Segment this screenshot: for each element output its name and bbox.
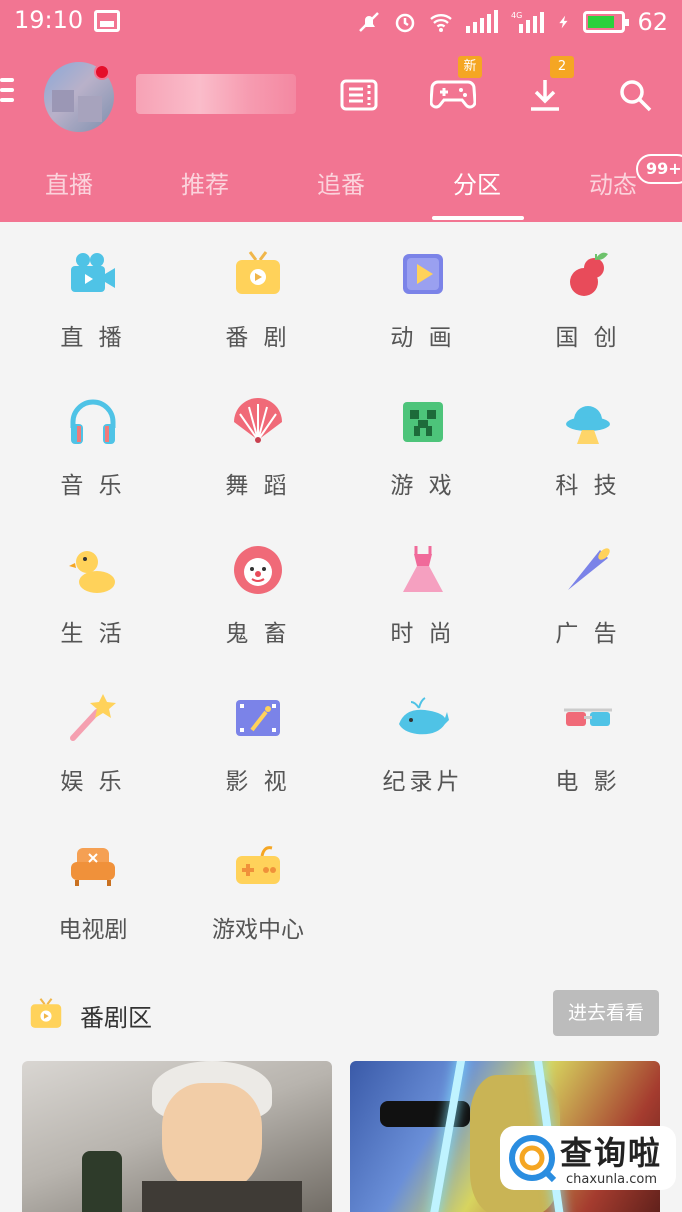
gamepad-icon — [236, 846, 280, 884]
status-bar: 19:10 4G 62 — [0, 0, 682, 44]
category-ad[interactable]: 广 告 — [513, 524, 663, 654]
film-icon — [236, 700, 280, 736]
category-label: 娱 乐 — [60, 769, 126, 795]
category-label: 科 技 — [555, 473, 621, 499]
category-documentary[interactable]: 纪录片 — [348, 672, 498, 802]
category-live[interactable]: 直 播 — [18, 228, 168, 358]
category-label: 广 告 — [555, 621, 621, 647]
category-fashion[interactable]: 时 尚 — [348, 524, 498, 654]
app-header: 19:10 4G 62 新 2 直播 推荐 追番 分区 动态 99+ — [0, 0, 682, 222]
category-guochuang[interactable]: 国 创 — [513, 228, 663, 358]
coupon-button[interactable] — [332, 68, 386, 122]
tab-recommend[interactable]: 推荐 — [150, 158, 260, 212]
3d-glasses-icon — [564, 708, 612, 726]
charging-icon — [559, 15, 568, 29]
ufo-icon — [566, 406, 610, 444]
category-label: 游戏中心 — [212, 917, 304, 943]
username-blurred — [136, 74, 296, 114]
category-animation[interactable]: 动 画 — [348, 228, 498, 358]
tab-partition[interactable]: 分区 — [422, 158, 532, 212]
tv-icon — [30, 998, 62, 1028]
game-new-badge: 新 — [458, 56, 482, 78]
category-kichiku[interactable]: 鬼 畜 — [183, 524, 333, 654]
category-game-center[interactable]: 游戏中心 — [183, 820, 333, 950]
network-label: 4G — [511, 11, 522, 20]
download-count-badge: 2 — [550, 56, 574, 78]
category-music[interactable]: 音 乐 — [18, 376, 168, 506]
coupon-icon — [340, 79, 378, 111]
category-entertainment[interactable]: 娱 乐 — [18, 672, 168, 802]
category-label: 鬼 畜 — [225, 621, 291, 647]
search-icon — [620, 80, 652, 112]
category-label: 动 画 — [390, 325, 456, 351]
category-life[interactable]: 生 活 — [18, 524, 168, 654]
duck-icon — [69, 551, 115, 593]
megaphone-icon — [568, 548, 610, 590]
section-title: 番剧区 — [80, 1004, 152, 1032]
category-label: 游 戏 — [390, 473, 456, 499]
feed-count-badge: 99+ — [636, 154, 682, 184]
image-icon — [94, 10, 120, 32]
creeper-icon — [403, 402, 443, 442]
sofa-icon — [71, 848, 115, 886]
mute-icon — [359, 12, 380, 32]
tab-live[interactable]: 直播 — [14, 158, 124, 212]
live-camera-icon — [71, 253, 115, 292]
category-label: 电 影 — [555, 769, 621, 795]
game-controller-icon — [430, 80, 476, 109]
whale-icon — [399, 697, 449, 735]
category-tech[interactable]: 科 技 — [513, 376, 663, 506]
category-label: 音 乐 — [60, 473, 126, 499]
category-game[interactable]: 游 戏 — [348, 376, 498, 506]
watermark-url: chaxunla.com — [566, 1172, 657, 1187]
anime-section-header: 番剧区 进去看看 — [0, 990, 682, 1040]
avatar-notification-dot — [94, 64, 110, 80]
category-movie[interactable]: 电 影 — [513, 672, 663, 802]
top-toolbar: 新 2 — [0, 50, 682, 140]
category-label: 时 尚 — [390, 621, 456, 647]
category-label: 电视剧 — [58, 917, 128, 943]
category-label: 影 视 — [225, 769, 291, 795]
signal-icon — [466, 10, 499, 33]
tab-follow-anime[interactable]: 追番 — [286, 158, 396, 212]
category-label: 纪录片 — [382, 769, 464, 795]
battery-icon — [583, 11, 630, 33]
dress-icon — [403, 546, 443, 592]
category-label: 直 播 — [60, 325, 126, 351]
category-label: 舞 蹈 — [225, 473, 291, 499]
download-button[interactable]: 2 — [518, 56, 574, 122]
menu-icon[interactable] — [0, 78, 14, 106]
status-time: 19:10 — [14, 6, 84, 34]
chaxunla-logo-icon — [509, 1135, 557, 1183]
wifi-icon — [430, 14, 453, 32]
category-label: 番 剧 — [225, 325, 291, 351]
category-label: 国 创 — [555, 325, 621, 351]
category-label: 生 活 — [60, 621, 126, 647]
category-anime[interactable]: 番 剧 — [183, 228, 333, 358]
headphones-icon — [70, 399, 116, 444]
alarm-icon — [396, 13, 415, 33]
tab-bar: 直播 推荐 追番 分区 动态 — [0, 158, 682, 222]
category-dance[interactable]: 舞 蹈 — [183, 376, 333, 506]
download-icon — [531, 80, 559, 111]
battery-percent: 62 — [637, 8, 668, 36]
clown-icon — [234, 546, 282, 594]
search-button[interactable] — [608, 68, 662, 122]
watermark-text: 查询啦 — [560, 1134, 663, 1172]
animation-icon — [403, 254, 443, 294]
enter-section-button[interactable]: 进去看看 — [553, 990, 659, 1036]
category-film-tv[interactable]: 影 视 — [183, 672, 333, 802]
tv-icon — [236, 251, 280, 294]
anime-card-thumbnail[interactable] — [22, 1061, 332, 1212]
magic-wand-icon — [70, 694, 116, 741]
fan-icon — [234, 398, 282, 443]
gourd-icon — [570, 252, 608, 296]
category-tv-series[interactable]: 电视剧 — [18, 820, 168, 950]
game-center-button[interactable]: 新 — [426, 56, 482, 122]
watermark: 查询啦 chaxunla.com — [500, 1126, 676, 1190]
active-tab-indicator — [432, 216, 524, 220]
signal-4g-icon: 4G — [511, 11, 545, 33]
